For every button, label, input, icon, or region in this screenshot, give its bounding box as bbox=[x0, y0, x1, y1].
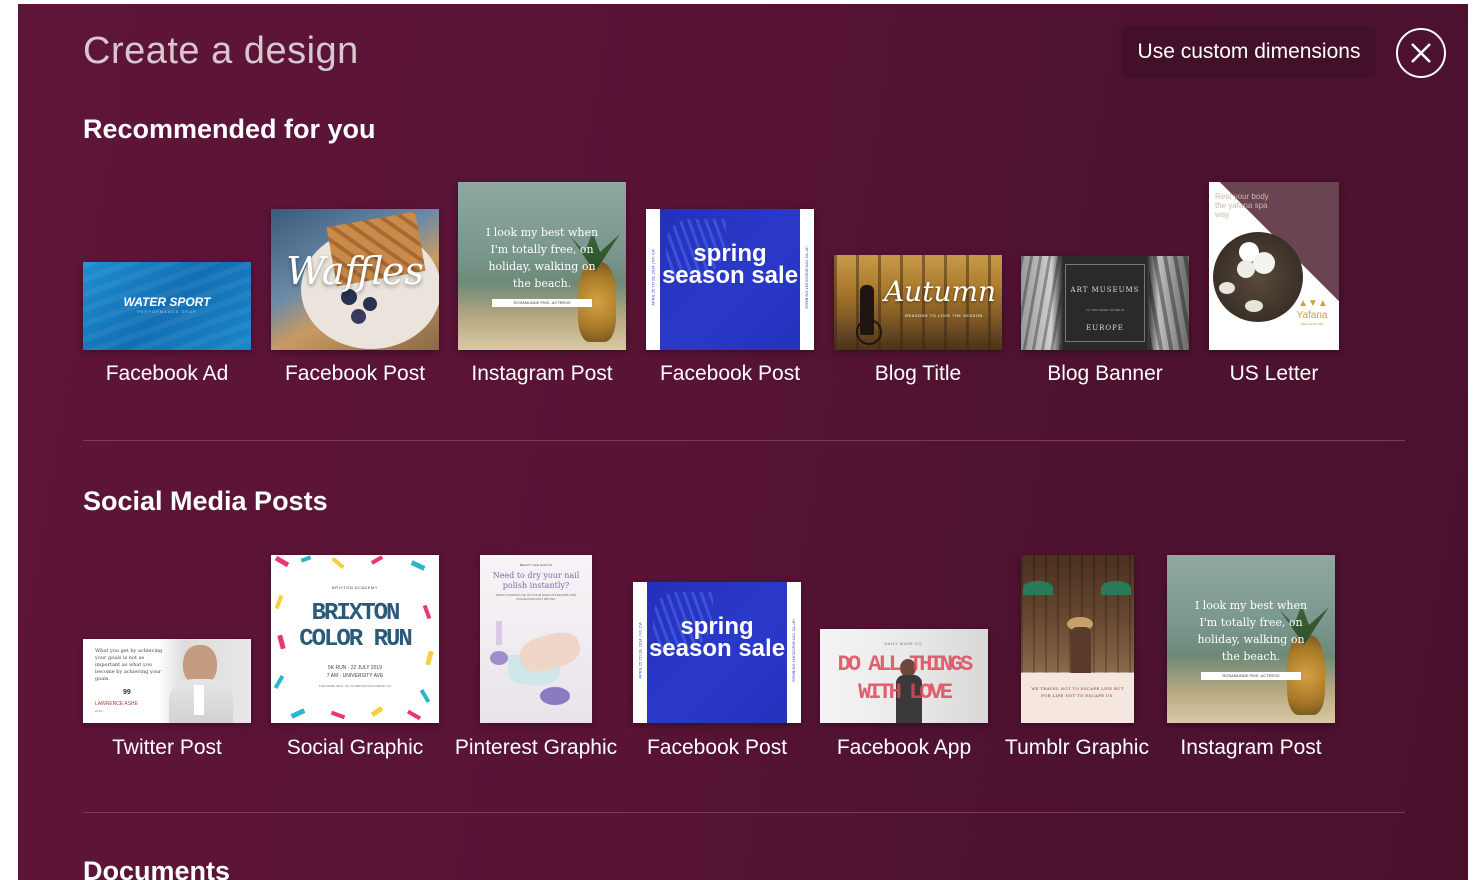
thumb-subtext: ROSAMUNDE PIKE, ACTRESS bbox=[492, 299, 592, 307]
section-title-social: Social Media Posts bbox=[83, 486, 328, 516]
design-type-label: US Letter bbox=[1229, 362, 1319, 385]
custom-dimensions-button[interactable]: Use custom dimensions bbox=[1122, 26, 1376, 78]
instagram-post-thumbnail: I look my best when I'm totally free, on… bbox=[1167, 555, 1335, 723]
thumb-text: I look my best when I'm totally free, on… bbox=[485, 226, 599, 290]
thumb-caption: FOR MORE INFO, GO TO BRIXTONCOLORRUN.CO bbox=[318, 684, 391, 688]
design-type-facebook-post-3[interactable]: spring season sale APRIL 25 TO 28, 2014 … bbox=[633, 555, 801, 765]
page-title: Create a design bbox=[83, 30, 359, 72]
thumb-text: spring season sale bbox=[648, 613, 786, 662]
section-title-recommended: Recommended for you bbox=[83, 114, 376, 144]
design-type-pinterest-graphic[interactable]: BEAUTY LIFE HACK #1 Need to dry your nai… bbox=[455, 555, 617, 765]
thumb-toptext: BEAUTY LIFE HACK #1 bbox=[519, 563, 553, 567]
thumb-side-text: UP TO 70% DISCOUNT ON BAGS bbox=[804, 246, 810, 309]
design-type-facebook-post-2[interactable]: spring season sale APRIL 25 TO 28, 2014 … bbox=[646, 182, 814, 392]
design-type-facebook-ad[interactable]: WATER SPORT PERFORMANCE GEAR Facebook Ad bbox=[83, 182, 251, 392]
thumb-subtext: REASONS TO LOVE THE SEASON bbox=[905, 313, 983, 318]
thumb-text: I look my best when I'm totally free, on… bbox=[1194, 599, 1308, 663]
twitter-post-thumbnail: What you get by achieving your goals is … bbox=[83, 639, 251, 723]
thumb-text: WATER SPORT bbox=[123, 295, 211, 309]
thumb-text: What you get by achieving your goals is … bbox=[95, 648, 163, 682]
design-type-blog-banner[interactable]: ART MUSEUMS TO VISIT WHEN YOU'RE IN EURO… bbox=[1021, 182, 1189, 392]
design-type-instagram-post[interactable]: I look my best when I'm totally free, on… bbox=[458, 182, 626, 392]
yafana-logo: ▲▼▲ bbox=[1298, 298, 1328, 309]
thumb-subtext: ROSAMUNDE PIKE, ACTRESS bbox=[1201, 672, 1301, 680]
thumb-caption: WELLNESS SPA bbox=[1300, 322, 1324, 326]
design-type-social-graphic[interactable]: BRIXTON ACADEMY BRIXTON COLOR RUN 5K RUN… bbox=[271, 555, 439, 765]
design-type-label: Instagram Post bbox=[471, 362, 613, 385]
thumb-subtext: PERFORMANCE GEAR bbox=[137, 309, 197, 314]
create-design-modal: Create a design Use custom dimensions Re… bbox=[18, 4, 1468, 880]
section-title-documents: Documents bbox=[83, 856, 231, 880]
thumb-text: spring season sale bbox=[661, 240, 799, 289]
thumb-side-text: APRIL 25 TO 28, 2014 | NY, CA bbox=[637, 622, 643, 679]
design-type-blog-title[interactable]: Autumn REASONS TO LOVE THE SEASON Blog T… bbox=[834, 182, 1002, 392]
close-button[interactable] bbox=[1396, 28, 1446, 78]
design-type-tumblr-graphic[interactable]: WE TRAVEL NOT TO ESCAPE LIFE BUT FOR LIF… bbox=[1005, 555, 1149, 765]
design-type-label: Instagram Post bbox=[1180, 736, 1322, 759]
blog-banner-thumbnail: ART MUSEUMS TO VISIT WHEN YOU'RE IN EURO… bbox=[1021, 256, 1189, 350]
thumb-subtext: EUROPE bbox=[1086, 324, 1124, 332]
blog-title-thumbnail: Autumn REASONS TO LOVE THE SEASON bbox=[834, 255, 1002, 350]
design-type-label: Twitter Post bbox=[112, 736, 222, 759]
close-icon bbox=[1411, 43, 1431, 63]
thumb-text: BRIXTON COLOR RUN bbox=[299, 600, 413, 653]
facebook-post-thumbnail: Waffles bbox=[271, 209, 439, 350]
facebook-post-thumbnail: spring season sale APRIL 25 TO 28, 2014 … bbox=[646, 209, 814, 350]
quote-mark: 99 bbox=[123, 689, 131, 696]
design-type-facebook-post[interactable]: Waffles Facebook Post bbox=[271, 182, 439, 392]
thumb-side-text: APRIL 25 TO 28, 2014 | NY, CA bbox=[650, 249, 656, 306]
thumb-side-text: UP TO 70% DISCOUNT ON BAGS bbox=[791, 619, 797, 682]
tumblr-graphic-thumbnail: WE TRAVEL NOT TO ESCAPE LIFE BUT FOR LIF… bbox=[1021, 555, 1134, 723]
thumb-text: DO ALL THINGS WITH LOVE bbox=[837, 652, 974, 705]
thumb-subtext: LAWRENCE ASHE bbox=[95, 701, 138, 707]
thumb-subtext: Yafana bbox=[1296, 310, 1328, 321]
us-letter-thumbnail: Rest your body the yafana spa way ▲▼▲ Ya… bbox=[1209, 182, 1339, 350]
design-type-label: Facebook Ad bbox=[105, 362, 229, 385]
thumb-midtext: 7 AM · UNIVERSITY AVE bbox=[326, 673, 384, 679]
thumb-text: Rest your body the yafana spa way bbox=[1215, 192, 1269, 219]
thumb-text: WE TRAVEL NOT TO ESCAPE LIFE BUT FOR LIF… bbox=[1031, 686, 1124, 698]
instagram-post-thumbnail: I look my best when I'm totally free, on… bbox=[458, 182, 626, 350]
thumb-subtext: SPRAY COOKING OIL ON YOUR NAILS AFTER AP… bbox=[495, 593, 577, 601]
facebook-app-thumbnail: DAILY MUSE CO. DO ALL THINGS WITH LOVE bbox=[820, 629, 988, 723]
thumb-text: ART MUSEUMS bbox=[1070, 286, 1140, 294]
pinterest-graphic-thumbnail: BEAUTY LIFE HACK #1 Need to dry your nai… bbox=[480, 555, 592, 723]
design-type-twitter-post[interactable]: What you get by achieving your goals is … bbox=[83, 555, 251, 765]
thumb-toptext: DAILY MUSE CO. bbox=[884, 641, 924, 646]
design-type-us-letter[interactable]: Rest your body the yafana spa way ▲▼▲ Ya… bbox=[1209, 182, 1339, 392]
section-divider bbox=[83, 812, 1405, 813]
social-graphic-thumbnail: BRIXTON ACADEMY BRIXTON COLOR RUN 5K RUN… bbox=[271, 555, 439, 723]
design-type-instagram-post-2[interactable]: I look my best when I'm totally free, on… bbox=[1167, 555, 1335, 765]
facebook-ad-thumbnail: WATER SPORT PERFORMANCE GEAR bbox=[83, 262, 251, 350]
design-type-label: Facebook Post bbox=[659, 362, 801, 385]
thumb-midtext: TO VISIT WHEN YOU'RE IN bbox=[1085, 308, 1125, 312]
thumb-toptext: BRIXTON ACADEMY bbox=[332, 585, 378, 590]
thumb-text: Need to dry your nail polish instantly? bbox=[492, 571, 580, 590]
section-divider bbox=[83, 440, 1405, 441]
thumb-text: Autumn bbox=[883, 275, 997, 308]
thumb-text: Waffles bbox=[286, 249, 424, 293]
facebook-post-thumbnail: spring season sale APRIL 25 TO 28, 2014 … bbox=[633, 582, 801, 723]
design-type-facebook-app[interactable]: DAILY MUSE CO. DO ALL THINGS WITH LOVE F… bbox=[820, 555, 988, 765]
thumb-caption: Writer bbox=[95, 709, 103, 713]
thumb-subtext: 5K RUN · 22 JULY 2019 bbox=[327, 665, 382, 671]
